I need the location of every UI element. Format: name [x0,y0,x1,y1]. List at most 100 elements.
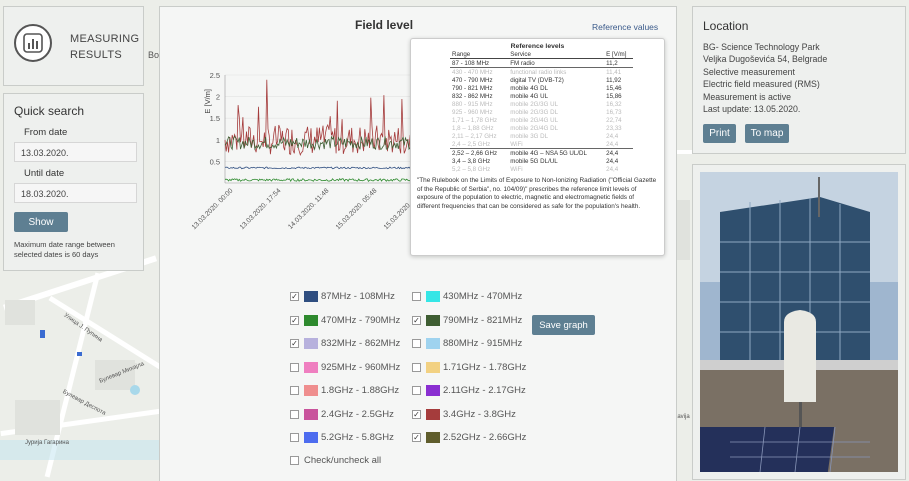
reference-cell-range: 2,4 – 2,5 GHz [450,140,509,149]
band-label: 470MHz - 790MHz [321,314,401,326]
save-graph-button[interactable]: Save graph [532,315,595,335]
reference-row: 430 - 470 MHz functional radio links 11,41 [450,68,633,77]
band-color-swatch [304,314,318,326]
band-color-swatch [426,291,440,302]
band-option[interactable]: ✓ 2.52GHz - 2.66GHz [412,432,526,443]
series-line [224,166,416,170]
reference-cell-range: 430 - 470 MHz [452,68,493,76]
reference-row: 880 - 915 MHz mobile 2G/3G UL 16,32 [450,100,633,108]
band-checkbox[interactable] [290,386,299,395]
band-label: 2.11GHz - 2.17GHz [443,385,526,396]
reference-cell-range: 2,11 – 2,17 GHz [452,132,497,140]
band-checkbox[interactable] [290,409,299,419]
band-option[interactable]: ✓ 470MHz - 790MHz [290,314,401,326]
measuring-results-panel: MEASURING RESULTS [3,6,144,86]
band-label: 880MHz - 915MHz [443,338,523,349]
reference-row: 1,71 – 1,78 GHz mobile 2G/4G UL 22,74 [450,116,633,124]
band-checkbox[interactable]: ✓ [412,433,421,442]
band-checkbox[interactable] [290,433,299,442]
check-all-checkbox[interactable] [290,456,299,465]
ref-header-service: Service [508,50,605,59]
reference-cell-range: 832 - 862 MHz [452,92,493,100]
reference-row: 832 - 862 MHz mobile 4G UL 15,86 [450,92,633,100]
reference-cell-service: mobile 4G – NSA 5G UL/DL [510,149,587,157]
reference-cell-e: 16,73 [606,108,622,116]
band-color-swatch [426,314,440,326]
reference-values-link[interactable]: Reference values [592,22,658,32]
band-color-swatch [304,291,318,302]
reference-cell-range: 880 - 915 MHz [452,100,493,108]
reference-row: 790 - 821 MHz mobile 4G DL 15,46 [450,84,633,92]
band-checkbox[interactable]: ✓ [412,315,421,325]
y-tick-label: 0.5 [210,157,220,166]
reference-table: Range Service E [V/m] 87 - 108 MHz FM rad… [450,50,633,173]
band-checkbox[interactable] [412,362,421,372]
band-label: 430MHz - 470MHz [443,291,523,302]
bar-chart-icon [14,24,52,62]
band-option[interactable]: ✓ 790MHz - 821MHz [412,314,522,326]
band-color-swatch [426,432,440,443]
to-map-button[interactable]: To map [745,124,789,143]
location-line: Veljka Dugoševića 54, Belgrade [703,54,828,65]
band-checkbox[interactable] [412,386,421,395]
chart-area: 2.5 2 1.5 1 0.5 E [V/m] 13.03.2020. 00:00 13.03… [180,67,427,257]
reference-row: 470 - 790 MHz digital TV (DVB-T2) 11,92 [450,76,633,84]
x-tick-label: 14.03.2020. 11:48 [287,187,331,231]
reference-row: 1,8 – 1,88 GHz mobile 2G/4G DL 23,33 [450,124,633,132]
field-level-chart: 2.5 2 1.5 1 0.5 E [V/m] 13.03.2020. 00:00 13.03… [191,71,427,231]
band-checkbox[interactable] [412,292,421,301]
y-tick-label: 2.5 [210,71,220,80]
reference-cell-range: 87 - 108 MHz [450,58,509,68]
band-checkbox[interactable]: ✓ [290,339,299,348]
reference-cell-e: 15,46 [606,84,622,92]
band-option[interactable]: 1.8GHz - 1.88GHz [290,385,399,396]
band-option[interactable]: 5.2GHz - 5.8GHz [290,432,394,443]
band-option[interactable]: ✓ 832MHz - 862MHz [290,338,400,349]
show-button[interactable]: Show [14,212,68,232]
band-checkbox[interactable]: ✓ [412,409,421,419]
reference-cell-range: 470 - 790 MHz [452,76,493,84]
date-range-note: Maximum date range between selected date… [14,240,115,259]
band-label: 2.4GHz - 2.5GHz [321,408,394,420]
reference-row: 5,2 – 5,8 GHz WiFi 24,4 [450,165,633,173]
band-option[interactable]: ✓ 87MHz - 108MHz [290,291,395,302]
reference-cell-service: mobile 2G/4G DL [510,124,559,132]
series-line [224,178,416,183]
print-button[interactable]: Print [703,124,736,143]
band-option[interactable]: 880MHz - 915MHz [412,338,522,349]
x-tick-label: 13.03.2020. 00:00 [191,187,235,231]
band-checkbox[interactable] [412,339,421,348]
location-line: Selective measurement [703,66,795,77]
reference-row: 87 - 108 MHz FM radio 11,2 [450,58,633,68]
measuring-results-title: MEASURING RESULTS [70,33,140,61]
band-option[interactable]: 430MHz - 470MHz [412,291,522,302]
location-details: BG- Science Technology Park Veljka Dugoše… [703,41,827,115]
band-color-swatch [304,408,318,420]
band-option[interactable]: 2.11GHz - 2.17GHz [412,385,526,396]
until-date-input[interactable]: 18.03.2020. [14,183,137,203]
quick-search-title: Quick search [14,104,85,118]
location-line: BG- Science Technology Park [703,42,820,52]
from-date-label: From date [24,127,68,138]
from-date-input[interactable]: 13.03.2020. [14,142,137,162]
band-option[interactable]: 2.4GHz - 2.5GHz [290,408,394,420]
y-tick-label: 2 [216,93,220,102]
reference-cell-e: 24,4 [606,149,619,157]
reference-cell-service: digital TV (DVB-T2) [510,76,564,84]
reference-cell-range: 1,8 – 1,88 GHz [452,124,494,132]
reference-cell-range: 5,2 – 5,8 GHz [452,165,491,173]
band-option[interactable]: 1.71GHz - 1.78GHz [412,361,526,373]
reference-values-popup: Reference levels Range Service E [V/m] 8… [410,38,665,256]
band-label: 3.4GHz - 3.8GHz [443,408,516,420]
band-checkbox[interactable] [290,362,299,372]
band-checkbox[interactable]: ✓ [290,315,299,325]
location-line: Last update: 13.05.2020. [703,104,801,115]
band-option[interactable]: ✓ 3.4GHz - 3.8GHz [412,408,516,420]
reference-row: 2,52 – 2,66 GHz mobile 4G – NSA 5G UL/DL 2… [450,149,633,158]
band-option[interactable]: 925MHz - 960MHz [290,361,400,373]
band-checkbox[interactable]: ✓ [290,292,299,301]
field-level-title: Field level [355,18,414,32]
reference-cell-service: mobile 2G/3G UL [510,100,559,108]
check-all-toggle[interactable]: Check/uncheck all [290,455,381,466]
band-color-swatch [304,385,318,396]
